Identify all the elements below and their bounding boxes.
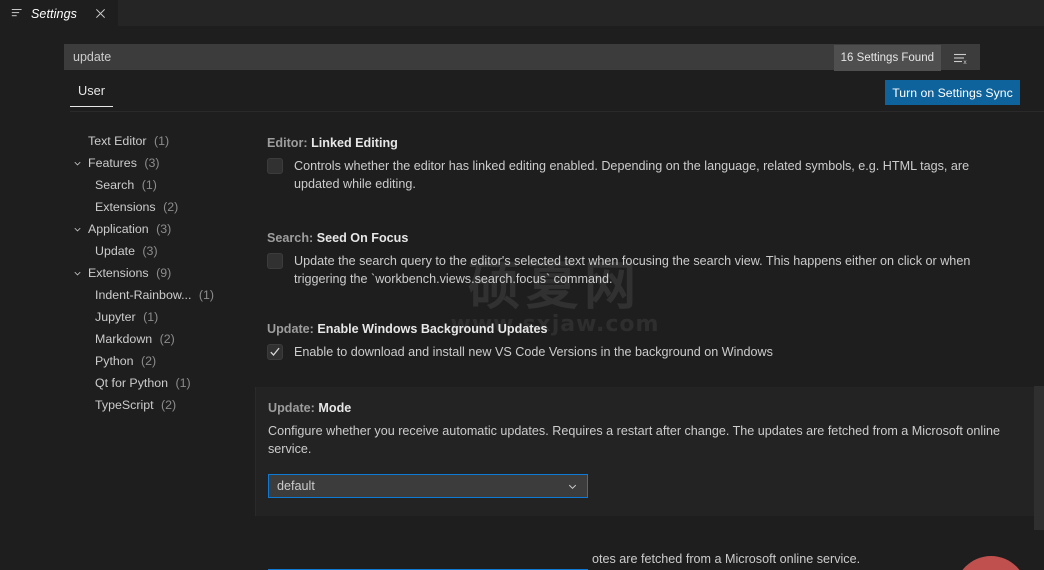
toc-item-update[interactable]: Update (3) (0, 240, 215, 262)
setting-description: Configure whether you receive automatic … (268, 424, 1001, 456)
toc-item-typescript[interactable]: TypeScript (2) (0, 394, 215, 416)
settings-gear-lines-icon (11, 7, 24, 20)
toc-count: (3) (142, 244, 158, 258)
checkbox-linked-editing[interactable] (267, 158, 283, 174)
toc-count: (2) (161, 398, 177, 412)
tab-label: Settings (31, 6, 77, 21)
toc-count: (2) (159, 332, 175, 346)
setting-row-enable-windows-background-updates[interactable]: Update: Enable Windows Background Update… (215, 288, 1044, 361)
toc-count: (1) (198, 288, 215, 302)
toc-item-text-editor[interactable]: Text Editor (1) (0, 130, 215, 152)
setting-category: Editor: (267, 136, 308, 150)
toc-item-features[interactable]: Features (3) (0, 152, 215, 174)
toc-count: (2) (141, 354, 157, 368)
toc-item-indent-rainbow[interactable]: Indent-Rainbow... (1) (0, 284, 215, 306)
setting-title: Update: Mode (268, 401, 1000, 415)
setting-name: Enable Windows Background Updates (317, 322, 548, 336)
toc-label: Extensions (95, 200, 156, 214)
settings-list: Editor: Linked Editing Controls whether … (215, 122, 1044, 570)
partial-description-text: otes are fetched from a Microsoft online… (592, 552, 861, 566)
toc-item-extensions[interactable]: Extensions (9) (0, 262, 215, 284)
setting-title: Editor: Linked Editing (267, 136, 1000, 150)
editor-tab-bar: Settings (0, 0, 1044, 26)
toc-item-qt-for-python[interactable]: Qt for Python (1) (0, 372, 215, 394)
toc-label: Update (95, 244, 135, 258)
clear-filter-icon[interactable]: x (949, 48, 971, 68)
toc-label: Indent-Rainbow... (95, 288, 192, 302)
toc-count: (1) (143, 310, 159, 324)
setting-row-seed-on-focus[interactable]: Search: Seed On Focus Update the search … (215, 193, 1044, 288)
setting-name: Linked Editing (311, 136, 398, 150)
turn-on-settings-sync-button[interactable]: Turn on Settings Sync (885, 80, 1020, 105)
setting-description: Enable to download and install new VS Co… (294, 345, 773, 359)
checkbox-seed-on-focus[interactable] (267, 253, 283, 269)
toc-label: Jupyter (95, 310, 136, 324)
setting-category: Update: (268, 401, 315, 415)
chevron-down-icon (566, 480, 579, 496)
toc-label: Python (95, 354, 134, 368)
dropdown-selected-value: default (277, 479, 315, 493)
toc-label: TypeScript (95, 398, 154, 412)
toc-label: Extensions (88, 266, 149, 280)
checkbox-enable-windows-background-updates[interactable] (267, 344, 283, 360)
results-count-badge: 16 Settings Found (833, 45, 941, 71)
toc-count: (2) (163, 200, 179, 214)
setting-description: Controls whether the editor has linked e… (294, 159, 970, 191)
close-icon[interactable] (92, 6, 108, 22)
chevron-down-icon[interactable] (70, 262, 84, 284)
chevron-down-icon[interactable] (70, 218, 84, 240)
settings-scrollbar-thumb[interactable] (1034, 386, 1044, 530)
toc-item-extensions-features[interactable]: Extensions (2) (0, 196, 215, 218)
toc-item-application[interactable]: Application (3) (0, 218, 215, 240)
toc-label: Markdown (95, 332, 153, 346)
vscode-settings-window: Settings 16 Settings Found x (0, 0, 1044, 570)
settings-search-row: 16 Settings Found x (0, 26, 1044, 74)
toc-count: (9) (156, 266, 172, 280)
toc-count: (1) (175, 376, 191, 390)
toc-count: (1) (141, 178, 157, 192)
toc-label: Search (95, 178, 135, 192)
settings-toc: Text Editor (1) Features (3) Search (1) … (0, 128, 215, 570)
tabs-underline (70, 111, 1044, 112)
setting-name: Mode (318, 401, 352, 415)
update-mode-dropdown[interactable]: default (268, 474, 588, 498)
toc-label: Qt for Python (95, 376, 169, 390)
toc-item-markdown[interactable]: Markdown (2) (0, 328, 215, 350)
tabbar-empty-area (118, 0, 1044, 26)
setting-category: Update: (267, 322, 314, 336)
tab-user[interactable]: User (70, 80, 114, 107)
setting-row-update-mode[interactable]: Update: Mode Configure whether you recei… (255, 387, 1044, 570)
svg-text:x: x (963, 59, 967, 66)
toc-count: (3) (144, 156, 160, 170)
setting-category: Search: (267, 231, 314, 245)
chevron-down-icon[interactable] (70, 152, 84, 174)
setting-row-linked-editing[interactable]: Editor: Linked Editing Controls whether … (215, 122, 1044, 193)
setting-title: Update: Enable Windows Background Update… (267, 322, 1000, 336)
setting-description: Update the search query to the editor's … (294, 254, 971, 286)
settings-search-box[interactable]: 16 Settings Found x (64, 44, 980, 71)
toc-item-python[interactable]: Python (2) (0, 350, 215, 372)
toc-count: (1) (154, 134, 170, 148)
toc-item-search[interactable]: Search (1) (0, 174, 215, 196)
toc-count: (3) (156, 222, 172, 236)
toc-label: Features (88, 156, 137, 170)
toc-item-jupyter[interactable]: Jupyter (1) (0, 306, 215, 328)
toc-label: Text Editor (88, 134, 147, 148)
setting-name: Seed On Focus (316, 231, 409, 245)
toc-label: Application (88, 222, 149, 236)
tab-settings[interactable]: Settings (0, 0, 118, 26)
setting-title: Search: Seed On Focus (267, 231, 1000, 245)
